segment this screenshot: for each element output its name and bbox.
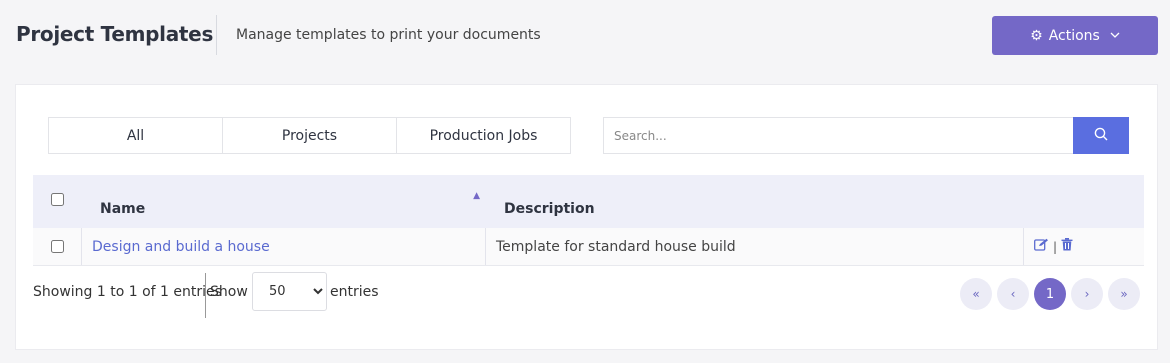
- footer-divider: [205, 273, 206, 318]
- actions-button[interactable]: ⚙ Actions: [992, 16, 1158, 55]
- description-cell: Template for standard house build: [486, 228, 1024, 265]
- tab-production-jobs[interactable]: Production Jobs: [397, 118, 570, 153]
- page-1-button[interactable]: 1: [1034, 278, 1066, 310]
- table-row: Design and build a house Template for st…: [33, 228, 1144, 266]
- page-size-select[interactable]: 50: [252, 272, 327, 311]
- previous-page-button[interactable]: ‹: [997, 278, 1029, 310]
- table-info: Showing 1 to 1 of 1 entries: [33, 284, 222, 300]
- search-button[interactable]: [1073, 117, 1129, 154]
- edit-icon[interactable]: [1034, 238, 1049, 255]
- name-cell: Design and build a house: [82, 228, 486, 265]
- header-checkbox-cell: [33, 175, 82, 228]
- row-checkbox[interactable]: [50, 240, 64, 253]
- search-icon: [1094, 127, 1108, 144]
- templates-table: Name ▲ Description Design and build a ho…: [33, 175, 1144, 266]
- last-page-button[interactable]: »: [1108, 278, 1140, 310]
- tab-all[interactable]: All: [49, 118, 223, 153]
- action-separator: |: [1053, 239, 1058, 254]
- gear-icon: ⚙: [1030, 27, 1043, 44]
- select-all-checkbox[interactable]: [51, 193, 64, 206]
- template-description: Template for standard house build: [496, 238, 736, 255]
- filter-tabs: All Projects Production Jobs: [48, 117, 571, 154]
- next-page-button[interactable]: ›: [1071, 278, 1103, 310]
- tab-projects[interactable]: Projects: [223, 118, 397, 153]
- pagination: « ‹ 1 › »: [960, 278, 1140, 310]
- title-divider: [216, 15, 217, 55]
- first-page-button[interactable]: «: [960, 278, 992, 310]
- actions-label: Actions: [1048, 27, 1100, 44]
- column-header-name[interactable]: Name ▲: [82, 175, 486, 228]
- search-bar: [603, 117, 1129, 154]
- table-header: Name ▲ Description: [33, 175, 1144, 228]
- show-label: Show: [210, 284, 248, 300]
- sort-ascending-icon: ▲: [473, 191, 480, 201]
- column-header-actions: [1024, 175, 1144, 228]
- entries-label: entries: [330, 284, 379, 300]
- page-title: Project Templates: [16, 22, 214, 46]
- search-input[interactable]: [603, 117, 1073, 154]
- trash-icon[interactable]: [1061, 238, 1073, 255]
- chevron-down-icon: [1110, 30, 1120, 41]
- column-name-label: Name: [100, 200, 146, 217]
- template-name-link[interactable]: Design and build a house: [92, 239, 270, 255]
- page-subtitle: Manage templates to print your documents: [236, 27, 541, 43]
- column-description-label: Description: [504, 200, 595, 217]
- column-header-description[interactable]: Description: [486, 175, 1024, 228]
- actions-cell: |: [1024, 228, 1144, 265]
- row-checkbox-cell: [33, 228, 82, 265]
- templates-card: All Projects Production Jobs Name ▲ Desc…: [15, 84, 1158, 350]
